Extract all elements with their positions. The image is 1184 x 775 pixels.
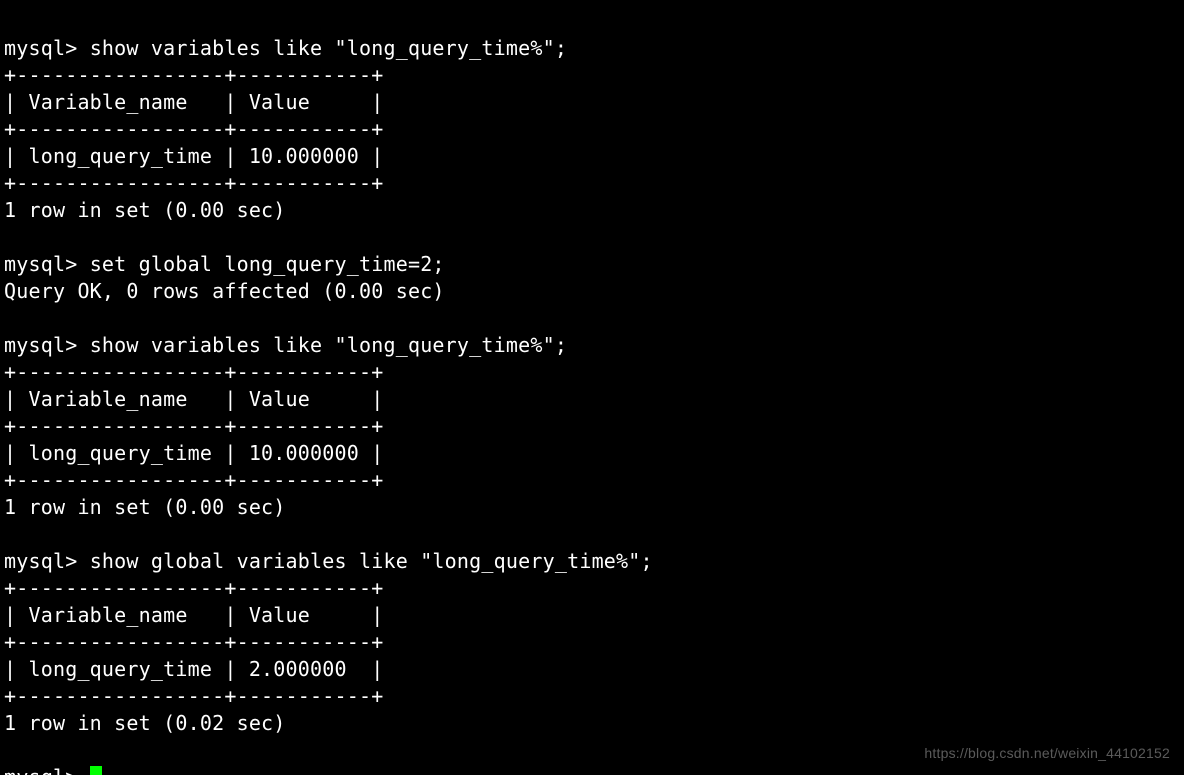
status-line: Query OK, 0 rows affected (0.00 sec) (4, 279, 445, 303)
cursor-icon (90, 766, 102, 775)
table-divider: +-----------------+-----------+ (4, 117, 383, 141)
table-divider: +-----------------+-----------+ (4, 360, 383, 384)
table-divider: +-----------------+-----------+ (4, 468, 383, 492)
status-line: 1 row in set (0.02 sec) (4, 711, 286, 735)
status-line: 1 row in set (0.00 sec) (4, 198, 286, 222)
command-1: show variables like "long_query_time%"; (90, 36, 567, 60)
table-header: | Variable_name | Value | (4, 90, 383, 114)
table-divider: +-----------------+-----------+ (4, 171, 383, 195)
table-divider: +-----------------+-----------+ (4, 414, 383, 438)
table-divider: +-----------------+-----------+ (4, 63, 383, 87)
prompt: mysql> (4, 252, 90, 276)
table-row: | long_query_time | 10.000000 | (4, 441, 383, 465)
table-divider: +-----------------+-----------+ (4, 630, 383, 654)
table-divider: +-----------------+-----------+ (4, 684, 383, 708)
command-3: show variables like "long_query_time%"; (90, 333, 567, 357)
command-2: set global long_query_time=2; (90, 252, 445, 276)
table-row: | long_query_time | 2.000000 | (4, 657, 383, 681)
table-header: | Variable_name | Value | (4, 603, 383, 627)
prompt: mysql> (4, 333, 90, 357)
table-row: | long_query_time | 10.000000 | (4, 144, 383, 168)
table-divider: +-----------------+-----------+ (4, 576, 383, 600)
prompt: mysql> (4, 765, 90, 775)
terminal[interactable]: mysql> show variables like "long_query_t… (0, 0, 1184, 775)
prompt: mysql> (4, 549, 90, 573)
prompt: mysql> (4, 36, 90, 60)
table-header: | Variable_name | Value | (4, 387, 383, 411)
status-line: 1 row in set (0.00 sec) (4, 495, 286, 519)
command-4: show global variables like "long_query_t… (90, 549, 653, 573)
